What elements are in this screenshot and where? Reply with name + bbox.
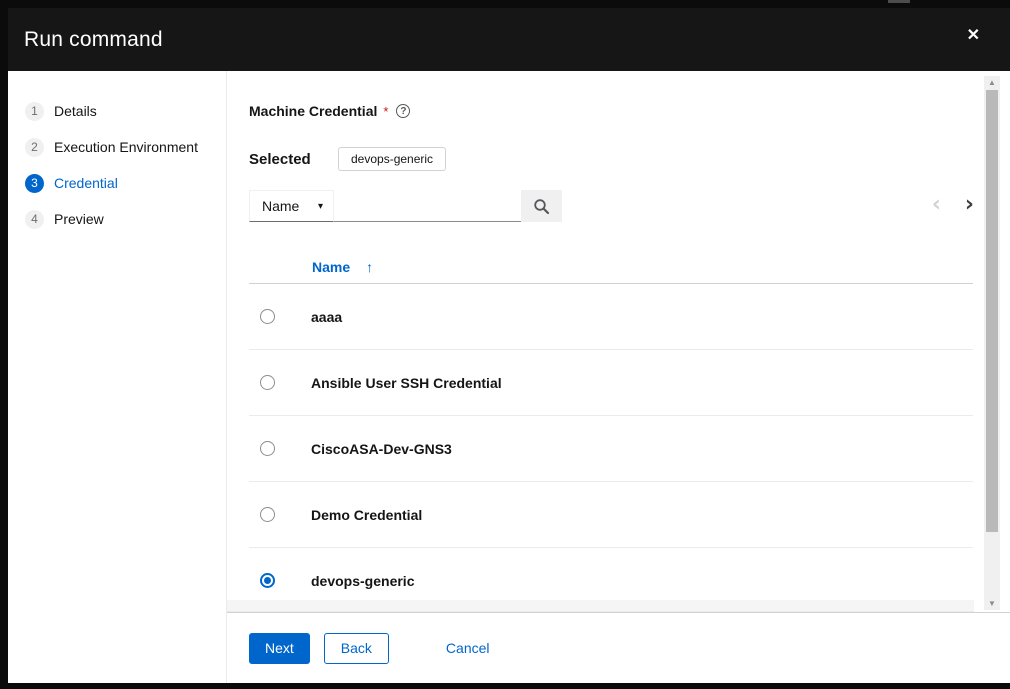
step-label: Preview bbox=[54, 211, 104, 227]
step-label: Execution Environment bbox=[54, 139, 198, 155]
cancel-button[interactable]: Cancel bbox=[446, 640, 490, 656]
wizard-nav: 1 Details 2 Execution Environment 3 Credentia… bbox=[8, 71, 227, 683]
backdrop-artifact bbox=[888, 0, 910, 3]
credential-list: aaaa Ansible User SSH Credential CiscoASA-… bbox=[249, 283, 973, 614]
step-number-badge: 2 bbox=[25, 138, 44, 157]
list-toolbar: Name ▾ bbox=[249, 190, 562, 222]
table-header: Name ↑ bbox=[249, 251, 373, 283]
table-row[interactable]: CiscoASA-Dev-GNS3 bbox=[249, 416, 973, 482]
radio-unselected-icon[interactable] bbox=[260, 507, 275, 522]
scroll-down-icon[interactable]: ▼ bbox=[984, 597, 1000, 610]
credential-name: Ansible User SSH Credential bbox=[311, 375, 502, 391]
selected-chip[interactable]: devops-generic bbox=[338, 147, 446, 171]
step-label: Details bbox=[54, 103, 97, 119]
credential-name: aaaa bbox=[311, 309, 342, 325]
modal-body: 1 Details 2 Execution Environment 3 Credentia… bbox=[8, 71, 1010, 683]
credential-name: CiscoASA-Dev-GNS3 bbox=[311, 441, 452, 457]
radio-unselected-icon[interactable] bbox=[260, 441, 275, 456]
wizard-step-details[interactable]: 1 Details bbox=[8, 93, 226, 129]
filter-type-value: Name bbox=[262, 198, 299, 214]
run-command-modal: Run command ✕ 1 Details 2 Execution Environ… bbox=[8, 8, 1010, 683]
selected-label: Selected bbox=[249, 151, 338, 168]
close-icon[interactable]: ✕ bbox=[967, 28, 980, 44]
column-header-name[interactable]: Name bbox=[312, 259, 350, 275]
search-button[interactable] bbox=[521, 190, 562, 222]
wizard-step-credential[interactable]: 3 Credential bbox=[8, 165, 226, 201]
help-icon[interactable]: ? bbox=[396, 104, 410, 118]
required-asterisk: * bbox=[383, 104, 388, 119]
page-prev-icon[interactable]: ‹ bbox=[932, 194, 941, 216]
page-next-icon[interactable]: › bbox=[965, 194, 974, 216]
credential-name: Demo Credential bbox=[311, 507, 422, 523]
table-row[interactable]: Ansible User SSH Credential bbox=[249, 350, 973, 416]
radio-unselected-icon[interactable] bbox=[260, 309, 275, 324]
radio-unselected-icon[interactable] bbox=[260, 375, 275, 390]
chevron-down-icon: ▾ bbox=[318, 201, 323, 212]
scroll-up-icon[interactable]: ▲ bbox=[984, 76, 1000, 89]
credential-name: devops-generic bbox=[311, 573, 414, 589]
pagination: ‹ › bbox=[932, 194, 974, 216]
table-row[interactable]: Demo Credential bbox=[249, 482, 973, 548]
modal-header: Run command ✕ bbox=[8, 8, 1010, 71]
vertical-scrollbar[interactable]: ▲ ▼ bbox=[984, 76, 1000, 610]
wizard-step-preview[interactable]: 4 Preview bbox=[8, 201, 226, 237]
step-label: Credential bbox=[54, 175, 118, 191]
table-row[interactable]: aaaa bbox=[249, 284, 973, 350]
horizontal-scrollbar[interactable] bbox=[227, 600, 974, 612]
modal-title: Run command bbox=[24, 28, 163, 52]
content-pane: Machine Credential * ? Selected devops-g… bbox=[227, 71, 1010, 683]
field-label-row: Machine Credential * ? bbox=[249, 103, 410, 119]
radio-selected-icon[interactable] bbox=[260, 573, 275, 588]
scrollbar-thumb[interactable] bbox=[986, 90, 998, 532]
back-button[interactable]: Back bbox=[324, 633, 389, 664]
wizard-step-execution-environment[interactable]: 2 Execution Environment bbox=[8, 129, 226, 165]
modal-footer: Next Back Cancel bbox=[227, 612, 1010, 683]
search-icon bbox=[533, 198, 550, 215]
field-label: Machine Credential bbox=[249, 103, 377, 119]
search-input[interactable] bbox=[334, 190, 521, 222]
next-button[interactable]: Next bbox=[249, 633, 310, 664]
filter-type-dropdown[interactable]: Name ▾ bbox=[249, 190, 334, 222]
step-number-badge: 3 bbox=[25, 174, 44, 193]
step-number-badge: 1 bbox=[25, 102, 44, 121]
step-number-badge: 4 bbox=[25, 210, 44, 229]
selected-row: Selected devops-generic bbox=[249, 147, 446, 171]
sort-ascending-icon[interactable]: ↑ bbox=[366, 259, 373, 275]
